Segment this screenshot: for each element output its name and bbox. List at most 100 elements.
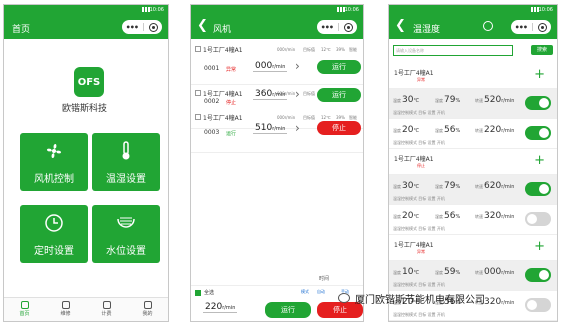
fan-screen: 10:06 ❮ 风机 ••• 1号工厂4幢A1 000r/min 目标值 12℃… (190, 4, 364, 322)
group-state: 异常 (417, 77, 425, 82)
water-level-icon (117, 217, 135, 228)
run-button[interactable]: 运行 (317, 88, 361, 102)
add-icon[interactable]: + (534, 67, 545, 82)
speed-value: 转速620r/min (475, 181, 515, 191)
water-level-tile[interactable]: 水位设置 (92, 205, 160, 263)
mini-program-capsule[interactable]: ••• (122, 20, 162, 34)
search-button[interactable]: 搜索 (531, 45, 553, 55)
fan-id: 0002 (204, 98, 220, 105)
power-toggle[interactable] (525, 212, 551, 226)
sensor-subtext: 温湿控制模式 目标 设置 开机 (393, 110, 445, 115)
power-toggle[interactable] (525, 126, 551, 140)
thermo-screen: 10:06 ❮ 温湿度 ••• 请输入设备名称 搜索 1号工厂4幢A1 异常 + 温度… (388, 4, 558, 322)
page-title: 风机 (213, 25, 232, 35)
mini-program-capsule[interactable]: ••• (317, 20, 357, 34)
add-icon[interactable]: + (534, 239, 545, 254)
speed-field[interactable]: 510r/min (253, 123, 288, 134)
row-checkbox[interactable] (195, 46, 201, 52)
tab-home[interactable]: 首页 (4, 298, 45, 321)
run-all-button[interactable]: 运行 (265, 302, 311, 318)
speed-value: 转速520r/min (475, 95, 515, 105)
fan-control-tile[interactable]: 风机控制 (20, 133, 88, 191)
temperature-value: 温度20℃ (393, 125, 420, 135)
fan-icon (46, 143, 62, 159)
sensor-subtext: 温湿控制模式 目标 设置 开机 (393, 140, 445, 145)
tile-label: 风机控制 (34, 174, 74, 185)
status-bar: 10:06 (389, 5, 557, 15)
status-time: 10:06 (344, 7, 359, 13)
humidity-value: 湿度56% (435, 211, 461, 221)
run-button[interactable]: 运行 (317, 60, 361, 74)
clock-icon (45, 214, 63, 232)
page-title: 温湿度 (413, 25, 441, 35)
temp-humidity-tile[interactable]: 温湿设置 (92, 133, 160, 191)
group-state: 停止 (417, 163, 425, 168)
mode-b-link[interactable]: 自动 (317, 289, 325, 295)
tab-billing[interactable]: 计费 (86, 298, 127, 321)
close-target-icon[interactable] (149, 22, 159, 32)
group-header: 1号工厂4幢A1 停止 + (389, 149, 557, 175)
tab-mine[interactable]: 我的 (127, 298, 168, 321)
temperature-value: 温度20℃ (393, 211, 420, 221)
search-input[interactable]: 请输入设备名称 (393, 45, 513, 56)
home-screen: 10:06 首页 ••• OFS 欧锴斯科技 风机控制 温湿设置 定时设置 水位… (3, 4, 169, 322)
group-name: 1号工厂4幢A1 (394, 242, 434, 249)
sensor-subtext: 温湿控制模式 目标 设置 开机 (393, 196, 445, 201)
sensor-row: 温度20℃ 湿度56% 转速320r/min 温湿控制模式 目标 设置 开机 (389, 205, 557, 235)
power-toggle[interactable] (525, 268, 551, 282)
chevron-right-icon[interactable]: › (295, 59, 300, 73)
select-all-checkbox[interactable] (195, 290, 201, 296)
time-label: 时间 (319, 276, 330, 282)
speed-field[interactable]: 000r/min (253, 61, 288, 72)
chevron-right-icon[interactable]: › (295, 121, 300, 135)
group-name: 1号工厂4幢A1 (394, 156, 434, 163)
brand-name: 欧锴斯科技 (62, 104, 108, 114)
group-name: 1号工厂4幢A1 (394, 70, 434, 77)
close-target-icon[interactable] (538, 22, 548, 32)
stop-button[interactable]: 停止 (317, 121, 361, 135)
sensor-subtext: 温湿控制模式 目标 设置 开机 (393, 312, 445, 317)
group-state: 异常 (417, 249, 425, 254)
fan-state: 运行 (226, 131, 237, 137)
all-speed-field[interactable]: 220r/min (203, 302, 238, 313)
tile-label: 水位设置 (106, 246, 146, 257)
more-icon[interactable]: ••• (126, 23, 139, 32)
more-icon[interactable]: ••• (321, 23, 334, 32)
sensor-row: 温度10℃ 湿度59% 转速000r/min 温湿控制模式 目标 设置 开机 (389, 261, 557, 291)
back-icon[interactable]: ❮ (197, 18, 208, 34)
humidity-value: 湿度56% (435, 125, 461, 135)
nav-bar: ❮ 温湿度 ••• (389, 15, 557, 39)
speed-value: 转速000r/min (475, 267, 515, 277)
tab-bar: 首页 维修 计费 我的 (4, 297, 168, 321)
mini-program-capsule[interactable]: ••• (511, 20, 551, 34)
row-checkbox[interactable] (195, 90, 201, 96)
row-checkbox[interactable] (195, 114, 201, 120)
temperature-value: 温度10℃ (393, 267, 420, 277)
tab-repair[interactable]: 维修 (45, 298, 86, 321)
fan-row: 1号工厂4幢A1 000r/min 目标值 12℃ 39% 智能 0001 异常… (191, 41, 363, 85)
mode-a-link[interactable]: 模式 (301, 289, 309, 295)
wechat-icon (338, 293, 350, 303)
close-target-icon[interactable] (344, 22, 354, 32)
timer-tile[interactable]: 定时设置 (20, 205, 88, 263)
add-icon[interactable]: + (534, 153, 545, 168)
power-toggle[interactable] (525, 96, 551, 110)
sensor-subtext: 温湿控制模式 目标 设置 开机 (393, 226, 445, 231)
status-time: 10:06 (149, 7, 164, 13)
back-icon[interactable]: ❮ (395, 18, 406, 34)
speed-field[interactable]: 360r/min (253, 89, 288, 100)
app-logo: OFS (74, 67, 104, 97)
page-title: 首页 (12, 25, 31, 35)
fan-state: 异常 (226, 67, 237, 73)
wrench-icon (61, 301, 70, 309)
fan-state: 停止 (226, 100, 237, 106)
power-toggle[interactable] (525, 182, 551, 196)
chevron-right-icon[interactable]: › (295, 87, 300, 101)
speed-value: 转速220r/min (475, 125, 515, 135)
fan-id: 0001 (204, 65, 220, 72)
more-icon[interactable]: ••• (515, 23, 528, 32)
search-icon[interactable] (483, 21, 493, 31)
sensor-row: 温度20℃ 湿度56% 转速220r/min 温湿控制模式 目标 设置 开机 (389, 119, 557, 149)
thermometer-icon (122, 141, 130, 160)
user-icon (143, 301, 152, 309)
